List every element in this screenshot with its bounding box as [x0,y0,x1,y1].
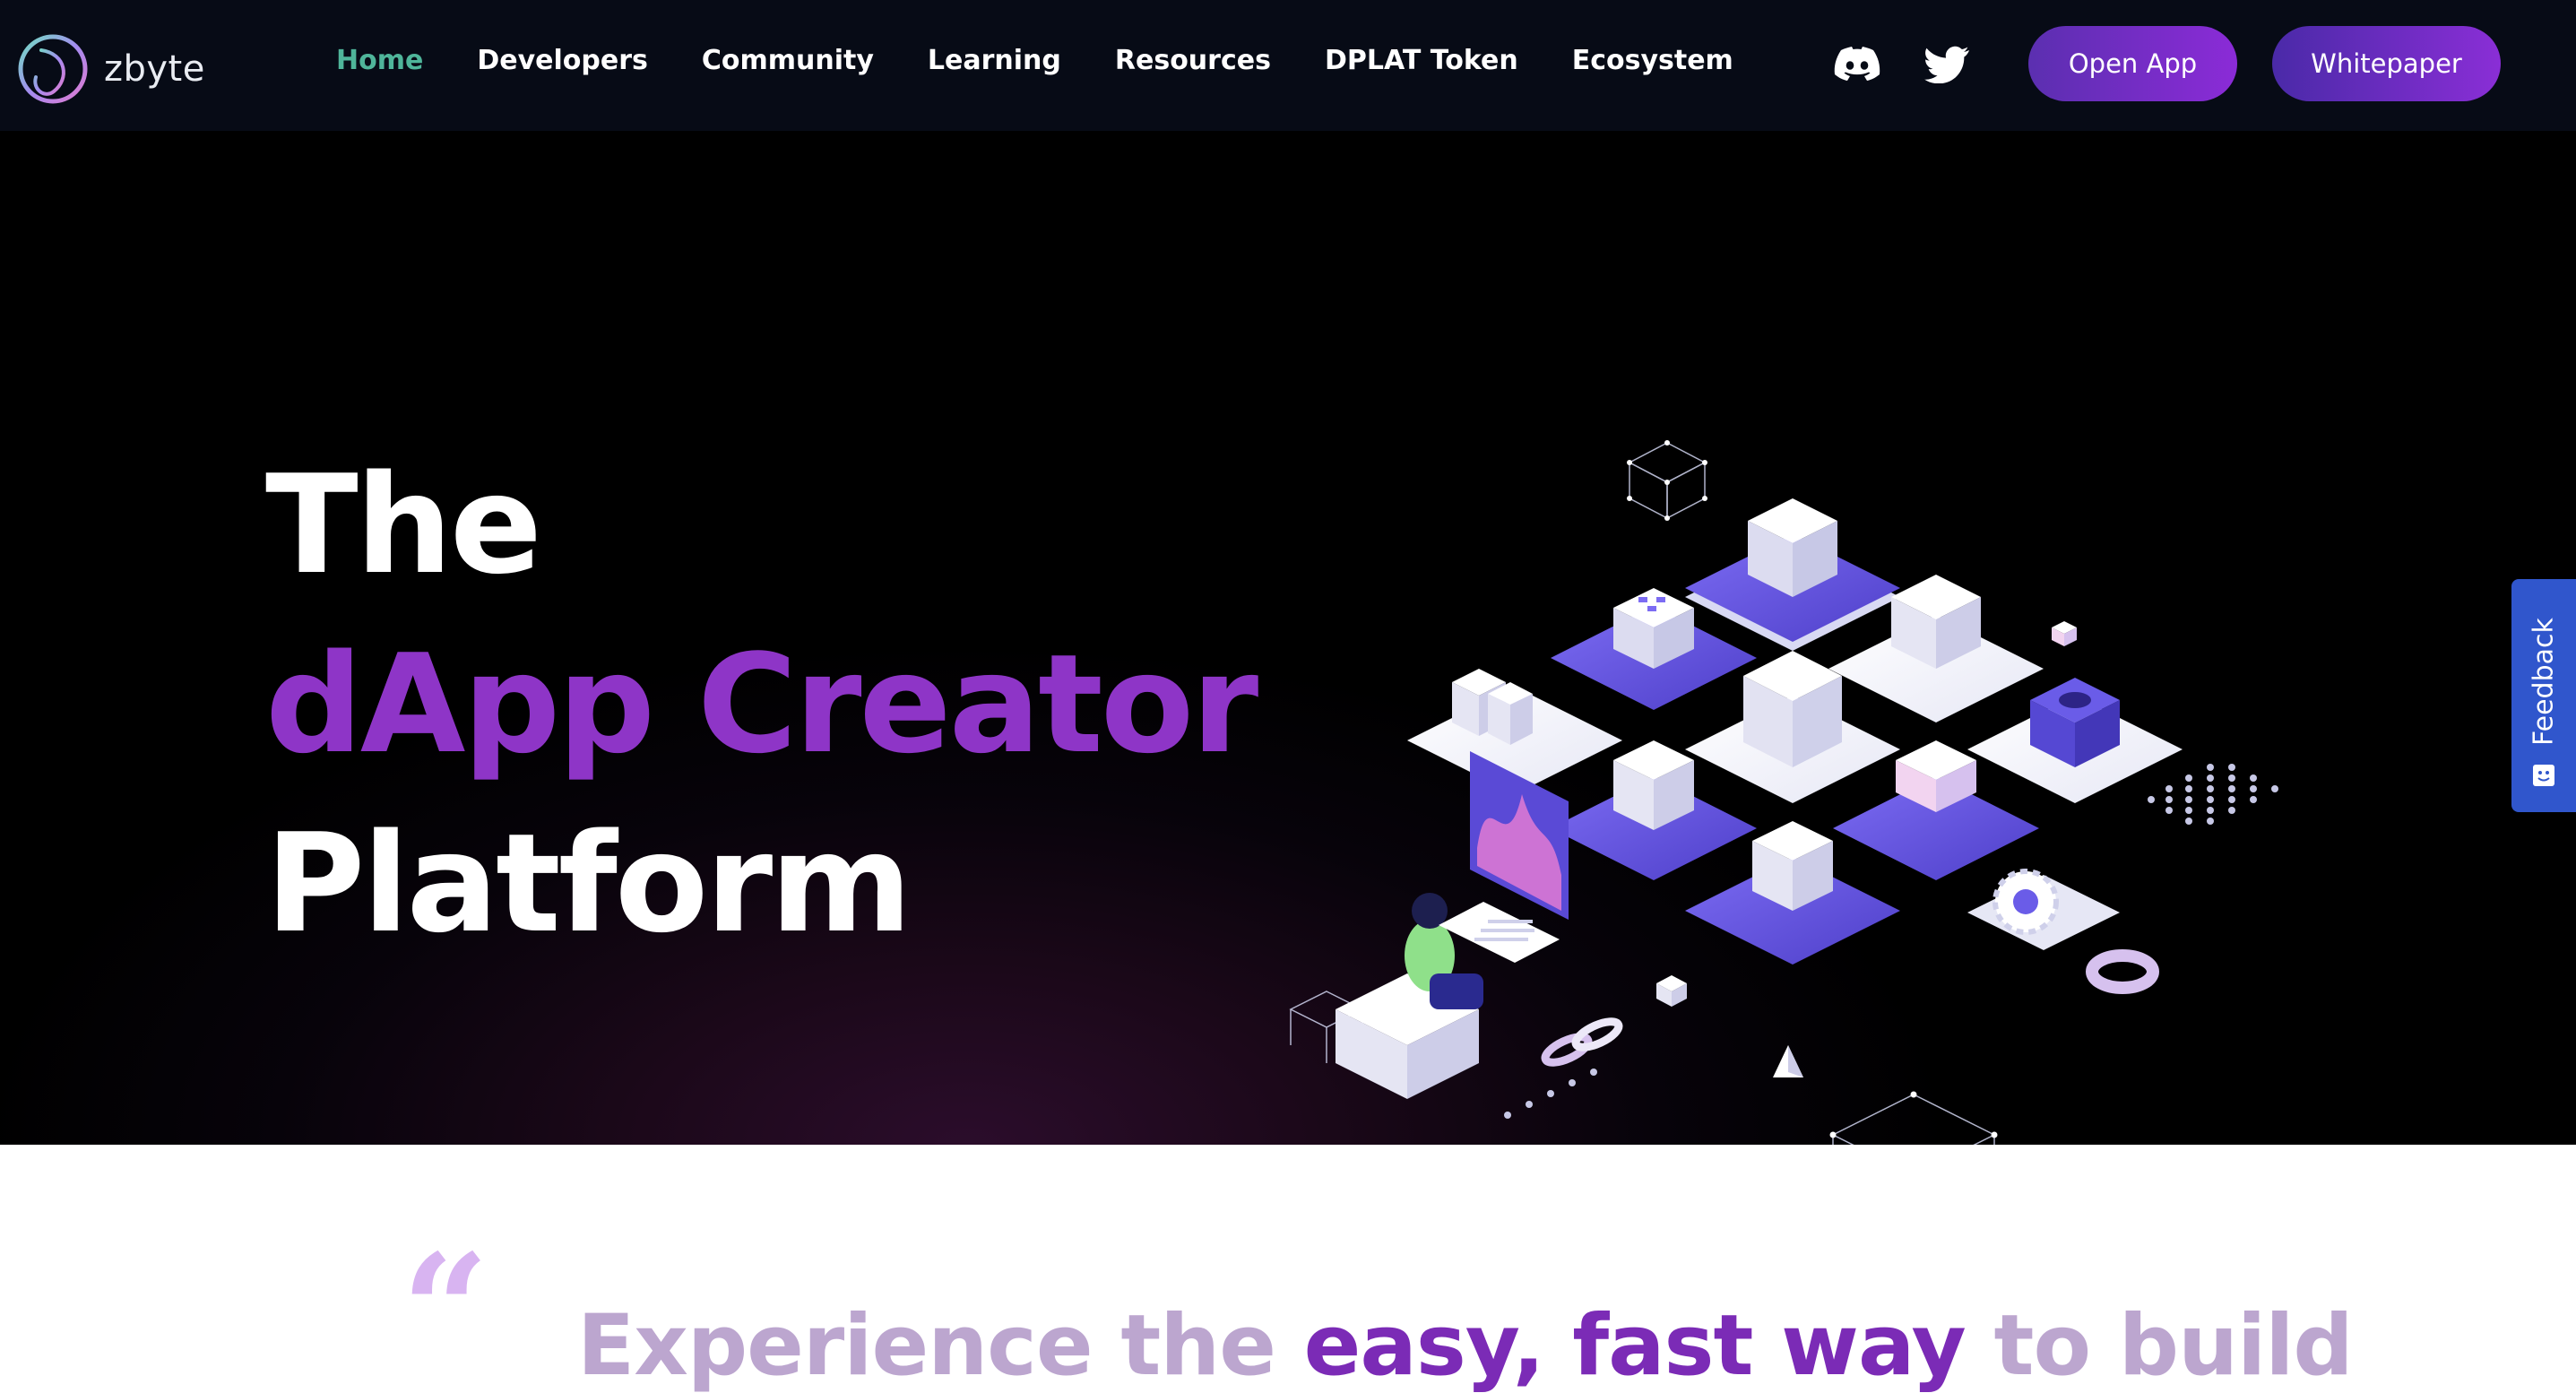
main-nav: Home Developers Community Learning Resou… [336,45,1787,76]
zbyte-logo-icon [18,34,88,104]
tagline-part-1: Experience the [577,1297,1304,1393]
twitter-link[interactable] [1922,39,1972,90]
twitter-icon [1924,46,1969,83]
brand-name: zbyte [104,48,205,90]
hero-title-line-2: dApp Creator [265,625,1258,783]
nav-resources[interactable]: Resources [1115,45,1271,76]
smiley-icon [2533,765,2554,786]
hero-title-line-1: The [265,446,542,604]
discord-link[interactable] [1832,39,1882,90]
brand-logo[interactable]: zbyte [14,30,205,108]
nav-home[interactable]: Home [336,45,423,76]
nav-ecosystem[interactable]: Ecosystem [1572,45,1733,76]
feedback-tab[interactable]: Feedback [2511,579,2576,812]
quote-icon: “ [402,1234,489,1324]
nav-community[interactable]: Community [702,45,874,76]
isometric-blockchain-illustration [1289,440,2278,1145]
nav-dplat-token[interactable]: DPLAT Token [1325,45,1518,76]
feedback-label: Feedback [2528,618,2560,747]
hero-title: The dApp Creator Platform [265,436,1258,973]
discord-icon [1834,47,1880,81]
nav-developers[interactable]: Developers [477,45,648,76]
open-app-button[interactable]: Open App [2028,26,2237,101]
tagline-part-3: to build [1965,1297,2354,1393]
nav-learning[interactable]: Learning [928,45,1061,76]
intro-section: “ Experience the easy, fast way to build [0,1145,2576,1393]
hero-section: The dApp Creator Platform [0,131,2576,1145]
tagline-highlight: easy, fast way [1303,1297,1967,1393]
hero-title-line-3: Platform [265,804,912,963]
whitepaper-button[interactable]: Whitepaper [2272,26,2501,101]
intro-tagline: Experience the easy, fast way to build [577,1297,2354,1393]
top-navbar: zbyte Home Developers Community Learning… [0,0,2576,131]
